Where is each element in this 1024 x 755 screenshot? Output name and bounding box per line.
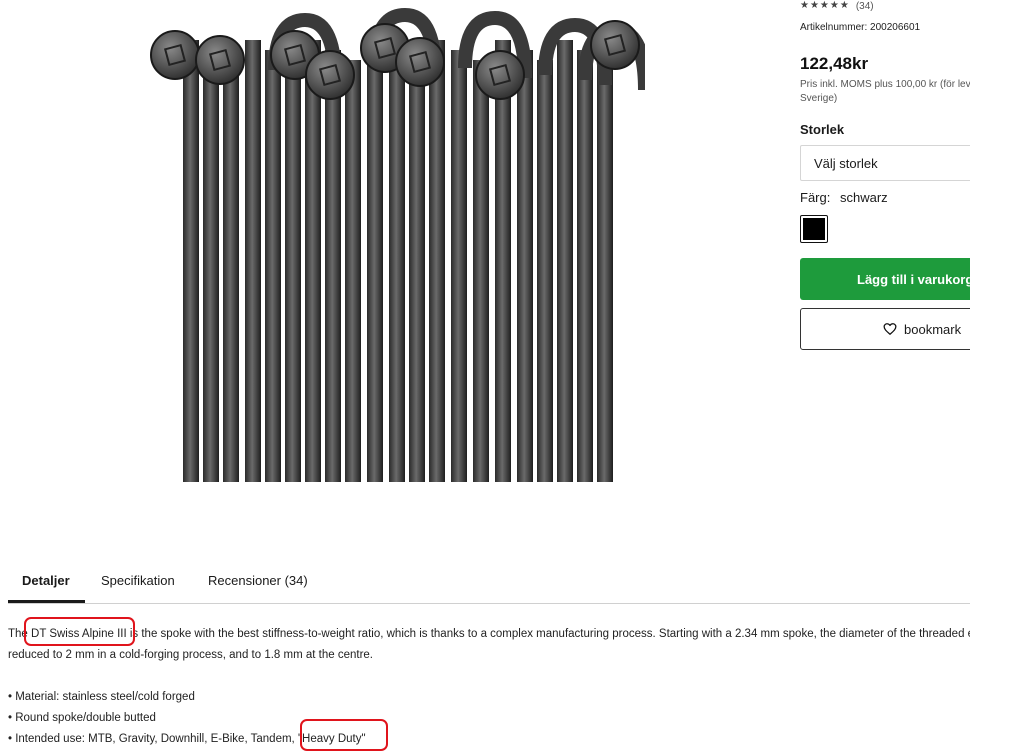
tab-reviews[interactable]: Recensioner (34): [208, 573, 308, 588]
product-image: [150, 7, 645, 482]
bullet-spoke-type: • Round spoke/double butted: [8, 712, 156, 724]
spoke-rod: [325, 50, 341, 482]
spoke-rod: [389, 50, 405, 482]
product-description: The DT Swiss Alpine III is the spoke wit…: [8, 624, 970, 750]
bullet-intended-use: • Intended use: MTB, Gravity, Downhill, …: [8, 733, 366, 745]
rating-count: (34): [855, 0, 874, 12]
spoke-rod: [345, 60, 361, 482]
size-select[interactable]: Välj storlek: [800, 145, 970, 181]
spoke-rod: [203, 50, 219, 482]
color-label: Färg:: [800, 190, 831, 205]
spoke-rod: [473, 60, 489, 482]
spoke-rod: [597, 60, 613, 482]
color-value: schwarz: [839, 190, 888, 205]
tab-details[interactable]: Detaljer: [22, 573, 70, 588]
spoke-head: [305, 50, 355, 100]
spoke-rod: [577, 50, 593, 482]
article-number: Artikelnummer: 200206601: [800, 22, 921, 33]
color-row: Färg: schwarz: [800, 190, 888, 205]
annotation-heavy-duty-highlight: [300, 719, 388, 751]
heart-icon: [883, 323, 897, 335]
bullet-material: • Material: stainless steel/cold forged: [8, 691, 195, 703]
spoke-rod: [285, 60, 301, 482]
spoke-rod: [367, 40, 383, 482]
spoke-rod: [495, 40, 511, 482]
spoke-rod: [429, 40, 445, 482]
spoke-rod: [537, 60, 553, 482]
size-label: Storlek: [800, 122, 845, 137]
description-line: reduced to 2 mm in a cold-forging proces…: [8, 649, 373, 661]
spoke-rod: [451, 50, 467, 482]
swatch-fill: [803, 218, 825, 240]
spoke-rod: [557, 40, 573, 482]
size-select-value: Välj storlek: [814, 155, 878, 171]
spoke-head: [395, 37, 445, 87]
product-tabs: Detaljer Specifikation Recensioner (34): [8, 562, 970, 604]
add-to-cart-button[interactable]: Lägg till i varukorgen: [800, 258, 970, 300]
spoke-rod: [305, 40, 321, 482]
spoke-head: [590, 20, 640, 70]
spoke-rod: [245, 40, 261, 482]
color-swatch-black[interactable]: [800, 215, 828, 243]
bookmark-button[interactable]: bookmark: [800, 308, 970, 350]
spoke-rod: [409, 60, 425, 482]
vat-note: Pris inkl. MOMS plus 100,00 kr (för leve…: [800, 79, 970, 104]
spoke-head: [195, 35, 245, 85]
spoke-rod: [265, 50, 281, 482]
page: ★★★★★ (34) Artikelnummer: 200206601 122,…: [0, 0, 970, 755]
annotation-brand-highlight: [24, 617, 135, 646]
spoke-rod: [517, 50, 533, 482]
active-tab-indicator: [8, 600, 85, 603]
spoke-head: [475, 50, 525, 100]
description-line: The DT Swiss Alpine III is the spoke wit…: [8, 628, 970, 640]
tab-specification[interactable]: Specifikation: [101, 573, 175, 588]
rating[interactable]: ★★★★★ (34): [800, 0, 874, 12]
price: 122,48kr: [800, 54, 869, 73]
spoke-head: [150, 30, 200, 80]
bookmark-label: bookmark: [904, 321, 962, 337]
spoke-rod: [183, 40, 199, 482]
star-rating-icon: ★★★★★: [800, 0, 850, 11]
spoke-rod: [223, 60, 239, 482]
